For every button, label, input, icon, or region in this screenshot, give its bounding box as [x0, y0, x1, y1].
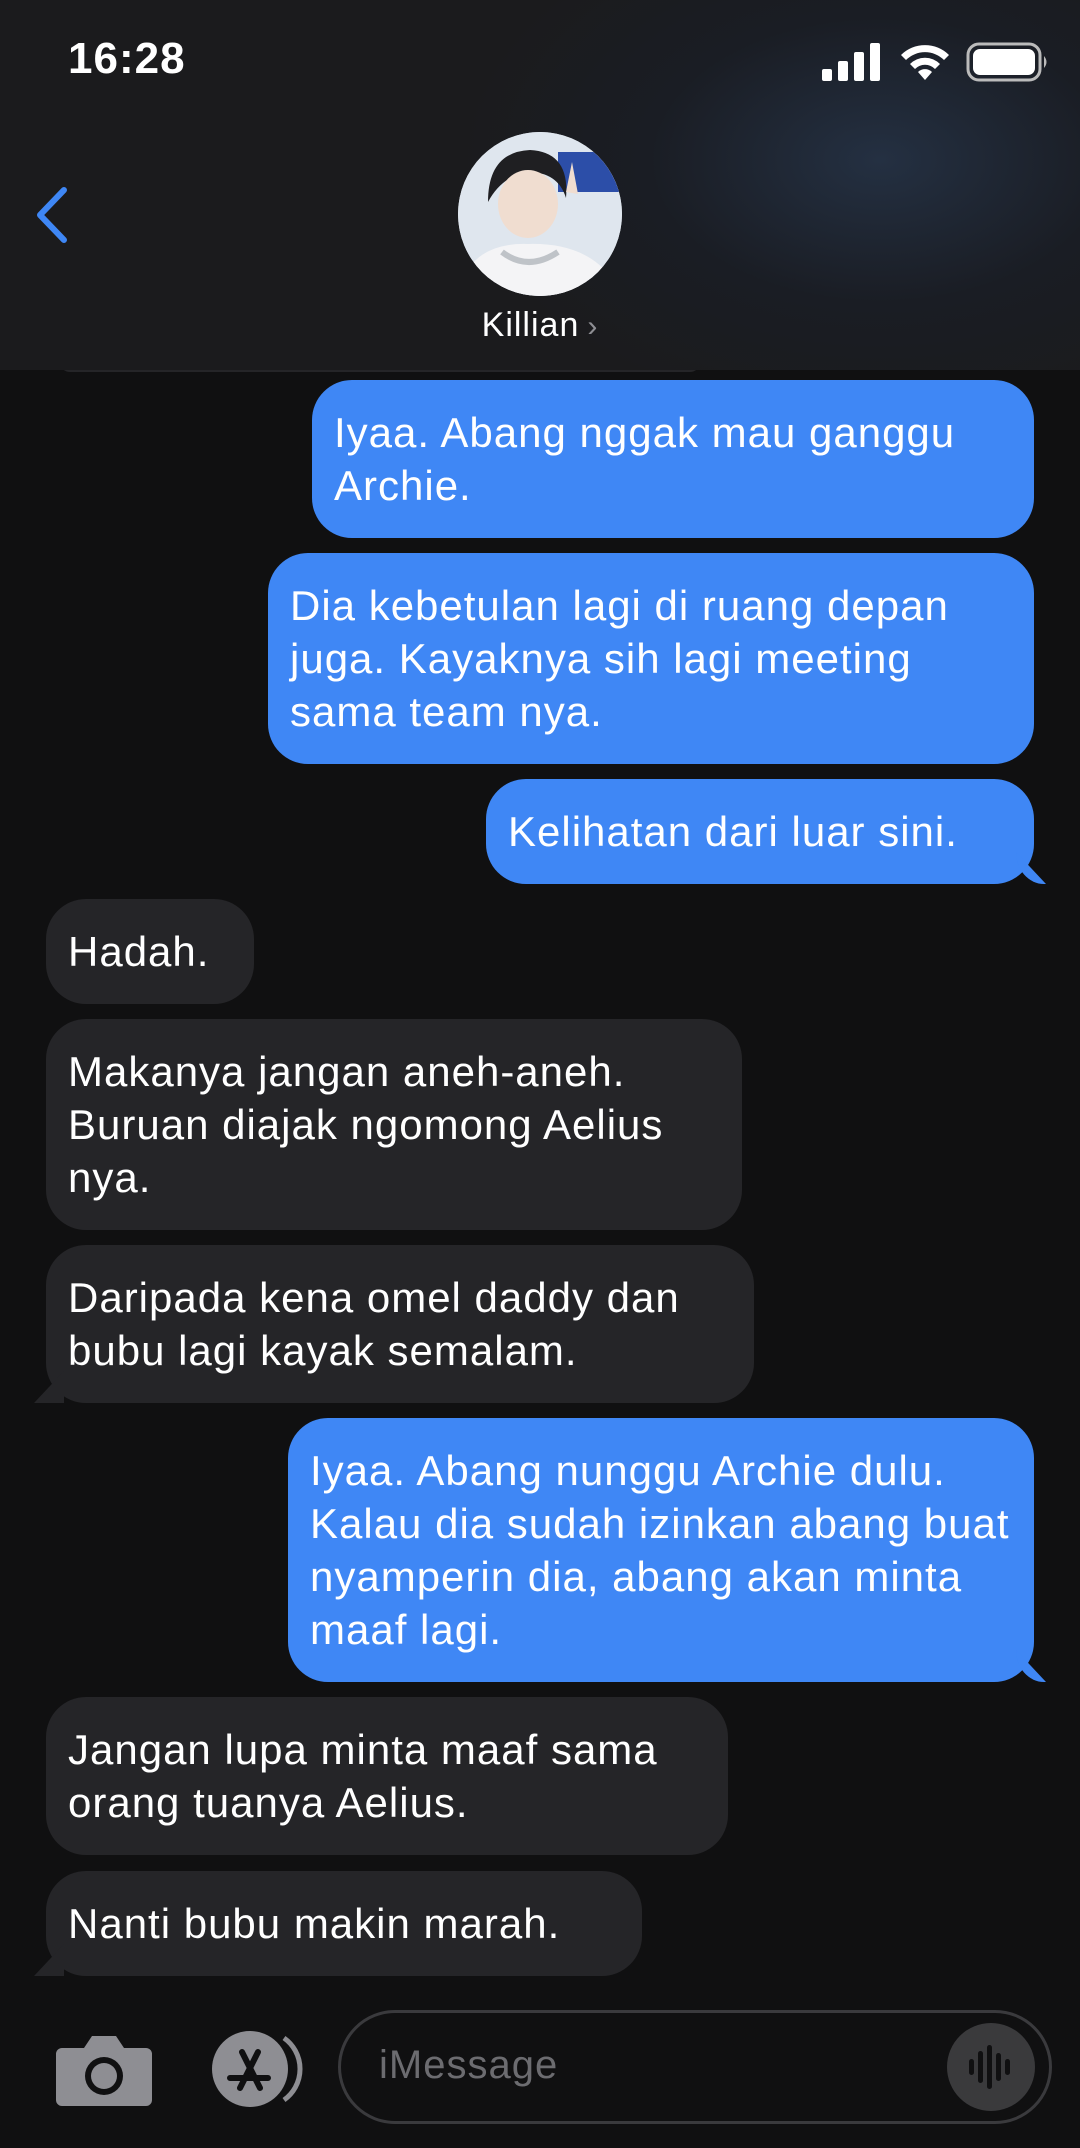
message-text: Kelihatan dari luar sini.: [508, 808, 958, 855]
message-bubble-outgoing[interactable]: Kelihatan dari luar sini.: [486, 779, 1034, 884]
contact-avatar[interactable]: [458, 132, 622, 296]
camera-icon[interactable]: [54, 2030, 154, 2108]
message-input-placeholder: iMessage: [379, 2043, 559, 2087]
battery-icon: [966, 42, 1047, 82]
message-bubble-outgoing[interactable]: Iyaa. Abang nggak mau ganggu Archie.: [312, 380, 1034, 538]
back-chevron-icon[interactable]: [28, 180, 78, 250]
message-bubble-incoming[interactable]: Hadah.: [46, 899, 254, 1004]
message-bubble-incoming[interactable]: Jangan lupa minta maaf sama orang tuanya…: [46, 1697, 728, 1855]
contact-name-button[interactable]: Killian ›: [0, 306, 1080, 345]
signal-icon: [822, 43, 880, 81]
message-text: Makanya jangan aneh-aneh. Buruan diajak …: [68, 1048, 664, 1201]
message-bubble-incoming[interactable]: Daripada kena omel daddy dan bubu lagi k…: [46, 1245, 754, 1403]
message-text: Iyaa. Abang nunggu Archie dulu. Kalau di…: [310, 1447, 1010, 1653]
wifi-icon: [901, 45, 949, 80]
message-text: Iyaa. Abang nggak mau ganggu Archie.: [334, 409, 956, 509]
message-text: Dia kebetulan lagi di ruang depan juga. …: [290, 582, 949, 735]
message-bubble-outgoing[interactable]: Iyaa. Abang nunggu Archie dulu. Kalau di…: [288, 1418, 1034, 1682]
conversation-header: 16:28 Killian ›: [0, 0, 1080, 370]
chevron-right-icon: ›: [587, 310, 599, 343]
message-text: Daripada kena omel daddy dan bubu lagi k…: [68, 1274, 680, 1374]
message-text: Hadah.: [68, 928, 210, 975]
app-store-icon[interactable]: [206, 2030, 310, 2108]
message-bubble-outgoing[interactable]: Dia kebetulan lagi di ruang depan juga. …: [268, 553, 1034, 764]
contact-name: Killian: [481, 306, 580, 344]
avatar-image: [458, 132, 622, 296]
message-bubble-incoming[interactable]: Nanti bubu makin marah.: [46, 1871, 642, 1976]
messages-screen: Iyaa. Abang nggak mau ganggu Archie. Dia…: [0, 0, 1080, 2148]
audio-record-button[interactable]: [947, 2023, 1035, 2111]
status-icons: [820, 42, 1050, 82]
message-text: Nanti bubu makin marah.: [68, 1900, 561, 1947]
audio-waveform-icon: [969, 2045, 1010, 2089]
message-bubble-incoming[interactable]: Makanya jangan aneh-aneh. Buruan diajak …: [46, 1019, 742, 1230]
message-input[interactable]: iMessage: [338, 2010, 1052, 2124]
status-time: 16:28: [68, 34, 186, 83]
message-text: Jangan lupa minta maaf sama orang tuanya…: [68, 1726, 658, 1826]
